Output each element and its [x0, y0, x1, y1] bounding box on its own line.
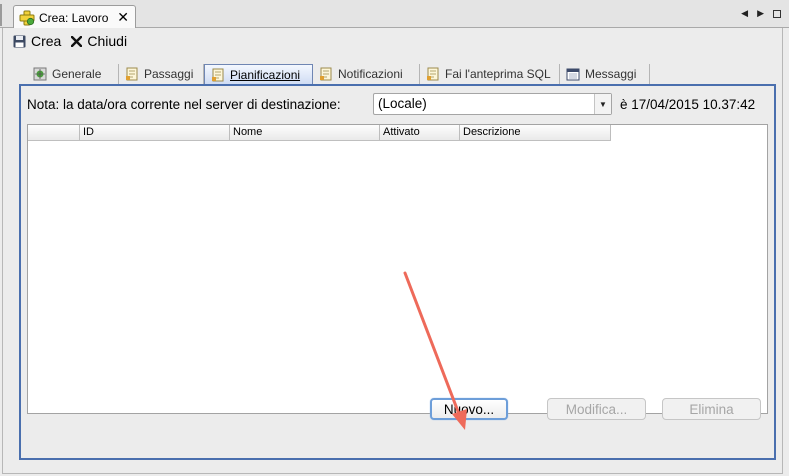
tab-sql-preview[interactable]: Fai l'anteprima SQL	[420, 64, 560, 84]
tab-notifications[interactable]: Notificazioni	[313, 64, 420, 84]
chevron-down-icon[interactable]: ▼	[594, 94, 611, 114]
create-button[interactable]: Crea	[13, 33, 61, 49]
column-header-select[interactable]	[28, 125, 80, 140]
tab-strip-edge	[0, 4, 2, 26]
toolbar: Crea Chiudi	[13, 32, 137, 50]
column-header-name[interactable]: Nome	[230, 125, 380, 140]
tab-steps-label: Passaggi	[144, 67, 194, 81]
editor-tab-strip: Crea: Lavoro ✕ ◀ ▶	[0, 0, 789, 29]
create-label: Crea	[31, 33, 62, 49]
close-icon	[71, 35, 83, 47]
timezone-selected-value: (Locale)	[378, 96, 427, 111]
messages-icon	[566, 68, 580, 81]
tab-messages-label: Messaggi	[585, 67, 637, 81]
timezone-select[interactable]: (Locale) ▼	[373, 93, 612, 115]
document-tab[interactable]: Crea: Lavoro ✕	[13, 5, 136, 29]
tab-notifications-label: Notificazioni	[338, 67, 403, 81]
close-tab-icon[interactable]: ✕	[117, 9, 129, 25]
notifications-icon	[320, 67, 332, 81]
schedules-icon	[212, 68, 224, 81]
job-create-icon	[19, 10, 35, 26]
current-server-time: è 17/04/2015 10.37:42	[620, 97, 756, 112]
delete-schedule-label: Elimina	[689, 401, 734, 417]
tab-messages[interactable]: Messaggi	[560, 64, 650, 84]
section-tabs: Generale Passaggi Pianificazioni Notific…	[27, 64, 650, 84]
tab-schedules[interactable]: Pianificazioni	[204, 64, 313, 84]
tab-general-label: Generale	[52, 67, 102, 81]
general-icon	[33, 67, 47, 81]
document-tab-title: Crea: Lavoro	[39, 10, 109, 25]
server-time-note: Nota: la data/ora corrente nel server di…	[27, 97, 341, 112]
sql-preview-icon	[427, 67, 439, 81]
maximize-icon[interactable]	[773, 9, 781, 18]
tab-schedules-label: Pianificazioni	[230, 67, 301, 82]
tab-steps[interactable]: Passaggi	[119, 64, 204, 84]
close-button[interactable]: Chiudi	[71, 33, 127, 49]
table-header: ID Nome Attivato Descrizione	[28, 125, 611, 141]
scroll-left-icon[interactable]: ◀	[741, 8, 748, 19]
tab-navigation: ◀ ▶	[741, 8, 781, 19]
save-icon	[13, 35, 26, 47]
edit-schedule-label: Modifica...	[565, 401, 628, 417]
column-header-description[interactable]: Descrizione	[460, 125, 611, 140]
column-header-enabled[interactable]: Attivato	[380, 125, 460, 140]
editor-pane: Crea Chiudi Generale Passaggi Pianificaz…	[2, 28, 783, 474]
schedules-table[interactable]: ID Nome Attivato Descrizione	[27, 124, 768, 414]
column-header-id[interactable]: ID	[80, 125, 230, 140]
new-schedule-label: Nuovo...	[443, 401, 495, 417]
new-schedule-button[interactable]: Nuovo...	[430, 398, 508, 420]
scroll-right-icon[interactable]: ▶	[757, 8, 764, 19]
steps-icon	[126, 67, 138, 81]
delete-schedule-button[interactable]: Elimina	[662, 398, 761, 420]
tab-sql-preview-label: Fai l'anteprima SQL	[445, 67, 551, 81]
tab-general[interactable]: Generale	[27, 64, 119, 84]
edit-schedule-button[interactable]: Modifica...	[547, 398, 646, 420]
close-label: Chiudi	[87, 33, 128, 49]
